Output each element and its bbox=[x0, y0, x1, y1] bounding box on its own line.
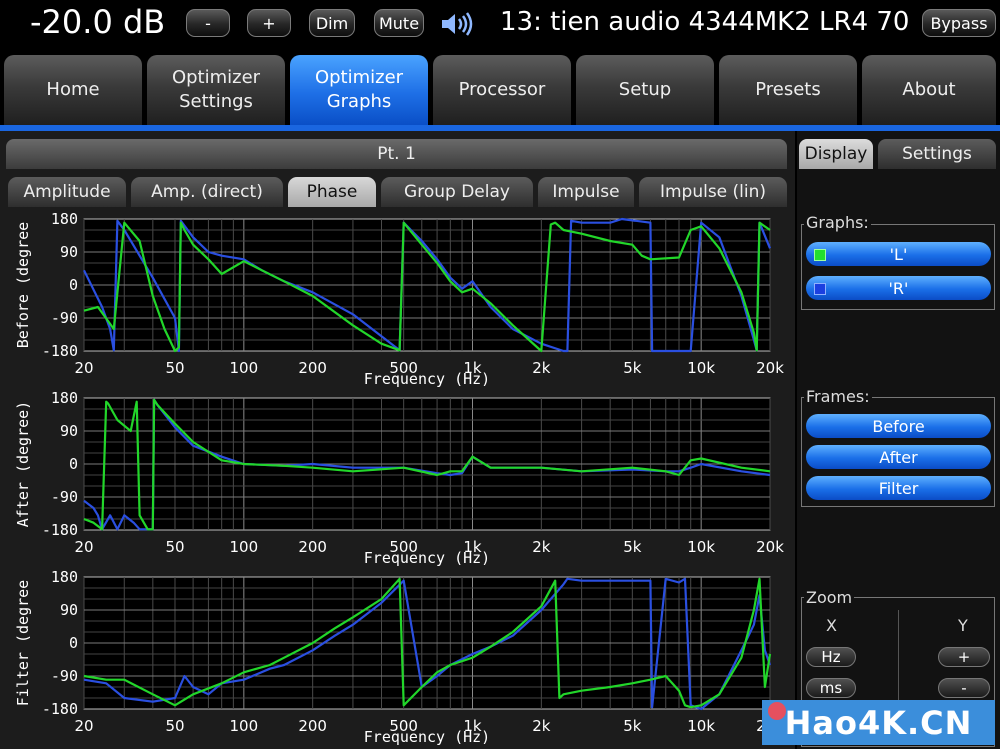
graph-l-toggle[interactable]: 'L' bbox=[806, 242, 991, 266]
graph-r-toggle[interactable]: 'R' bbox=[806, 276, 991, 300]
y-tick-label: 0 bbox=[69, 634, 78, 652]
y-axis-label: Filter (degree bbox=[14, 580, 32, 706]
mute-button[interactable]: Mute bbox=[374, 9, 424, 37]
x-tick-label: 2k bbox=[532, 538, 551, 556]
zoom-hz-button[interactable]: Hz bbox=[806, 647, 856, 667]
tab-amplitude[interactable]: Amplitude bbox=[8, 177, 126, 207]
zoom-y-in-button[interactable]: + bbox=[938, 647, 990, 667]
x-tick-label: 5k bbox=[623, 717, 642, 735]
tab-processor[interactable]: Processor bbox=[433, 55, 571, 125]
watermark-dot bbox=[768, 702, 786, 720]
x-tick-label: 50 bbox=[165, 538, 184, 556]
x-axis-label: Frequency (Hz) bbox=[364, 370, 490, 388]
x-tick-label: 5k bbox=[623, 359, 642, 377]
y-axis-label: Before (degree bbox=[14, 222, 32, 348]
phase-graph-1: 180900-90-18020 50 100 200 500 1k 2k 5k 10k 20kFr… bbox=[14, 210, 784, 388]
x-tick-label: 10k bbox=[687, 359, 715, 377]
y-tick-label: -180 bbox=[42, 700, 78, 718]
phase-graph-3: 180900-90-18020501002005001k2k5k10k20kFr… bbox=[14, 568, 784, 746]
y-tick-label: 0 bbox=[69, 455, 78, 473]
y-tick-label: 180 bbox=[51, 568, 78, 586]
bypass-button[interactable]: Bypass bbox=[922, 9, 996, 37]
zoom-x-label: X bbox=[824, 616, 839, 635]
y-tick-label: -180 bbox=[42, 342, 78, 360]
x-tick-label: 100 bbox=[230, 538, 259, 556]
phase-graphs: 180900-90-18020 50 100 200 500 1k 2k 5k 10k 20kFr… bbox=[14, 210, 784, 746]
zoom-label: Zoom bbox=[804, 588, 855, 607]
speaker-icon[interactable] bbox=[440, 10, 476, 38]
x-tick-label: 20k bbox=[756, 359, 784, 377]
frame-after-toggle[interactable]: After bbox=[806, 445, 991, 469]
tab-about[interactable]: About bbox=[862, 55, 996, 125]
x-axis-label: Frequency (Hz) bbox=[364, 549, 490, 567]
y-tick-label: 0 bbox=[69, 276, 78, 294]
tab-optimizer-settings[interactable]: Optimizer Settings bbox=[147, 55, 285, 125]
volume-readout: -20.0 dB bbox=[30, 3, 166, 41]
preset-title: 13: tien audio 4344MK2 LR4 70 bbox=[500, 7, 910, 37]
x-tick-label: 2k bbox=[532, 359, 551, 377]
frame-before-toggle[interactable]: Before bbox=[806, 414, 991, 438]
x-tick-label: 200 bbox=[298, 359, 327, 377]
y-axis-label: After (degree) bbox=[14, 401, 32, 527]
y-tick-label: -180 bbox=[42, 521, 78, 539]
y-tick-label: 90 bbox=[60, 601, 78, 619]
volume-down-button[interactable]: - bbox=[186, 9, 230, 37]
tab-display[interactable]: Display bbox=[799, 139, 873, 169]
volume-up-button[interactable]: + bbox=[247, 9, 291, 37]
zoom-y-out-button[interactable]: - bbox=[938, 678, 990, 698]
x-tick-label: 20 bbox=[74, 359, 93, 377]
y-tick-label: 90 bbox=[60, 243, 78, 261]
y-tick-label: -90 bbox=[51, 309, 78, 327]
x-tick-label: 200 bbox=[298, 717, 327, 735]
frames-label: Frames: bbox=[804, 387, 872, 406]
tab-side-settings[interactable]: Settings bbox=[878, 139, 996, 169]
x-tick-label: 2k bbox=[532, 717, 551, 735]
y-tick-label: 90 bbox=[60, 422, 78, 440]
x-tick-label: 50 bbox=[165, 359, 184, 377]
x-tick-label: 50 bbox=[165, 717, 184, 735]
main-tabs: Home Optimizer Settings Optimizer Graphs P… bbox=[0, 52, 1000, 126]
green-swatch-icon bbox=[814, 249, 826, 261]
tab-impulse-lin[interactable]: Impulse (lin) bbox=[639, 177, 787, 207]
x-axis-label: Frequency (Hz) bbox=[364, 728, 490, 746]
graphs-label: Graphs: bbox=[804, 213, 871, 232]
tab-impulse[interactable]: Impulse bbox=[538, 177, 634, 207]
tab-presets[interactable]: Presets bbox=[719, 55, 857, 125]
x-tick-label: 20 bbox=[74, 538, 93, 556]
x-tick-label: 20 bbox=[74, 717, 93, 735]
x-tick-label: 5k bbox=[623, 538, 642, 556]
x-tick-label: 10k bbox=[687, 717, 715, 735]
x-tick-label: 100 bbox=[230, 717, 259, 735]
x-tick-label: 20k bbox=[756, 538, 784, 556]
phase-graph-2: 180900-90-18020 50 100 200 500 1k 2k 5k 10k 20kFr… bbox=[14, 389, 784, 567]
tab-home[interactable]: Home bbox=[4, 55, 142, 125]
x-tick-label: 100 bbox=[230, 359, 259, 377]
tab-amp-direct[interactable]: Amp. (direct) bbox=[131, 177, 283, 207]
x-tick-label: 10k bbox=[687, 538, 715, 556]
tab-setup[interactable]: Setup bbox=[576, 55, 714, 125]
zoom-ms-button[interactable]: ms bbox=[806, 678, 856, 698]
y-tick-label: 180 bbox=[51, 389, 78, 407]
tab-group-delay[interactable]: Group Delay bbox=[381, 177, 533, 207]
y-tick-label: 180 bbox=[51, 210, 78, 228]
y-tick-label: -90 bbox=[51, 488, 78, 506]
zoom-y-label: Y bbox=[956, 616, 970, 635]
x-tick-label: 200 bbox=[298, 538, 327, 556]
dim-button[interactable]: Dim bbox=[309, 9, 355, 37]
y-tick-label: -90 bbox=[51, 667, 78, 685]
point-title[interactable]: Pt. 1 bbox=[6, 139, 787, 169]
frame-filter-toggle[interactable]: Filter bbox=[806, 476, 991, 500]
tab-optimizer-graphs[interactable]: Optimizer Graphs bbox=[290, 55, 428, 125]
tab-phase[interactable]: Phase bbox=[288, 177, 376, 207]
blue-swatch-icon bbox=[814, 283, 826, 295]
watermark: Hao4K.CN bbox=[762, 700, 995, 745]
top-bar: -20.0 dB - + Dim Mute 13: tien audio 434… bbox=[0, 0, 1000, 50]
